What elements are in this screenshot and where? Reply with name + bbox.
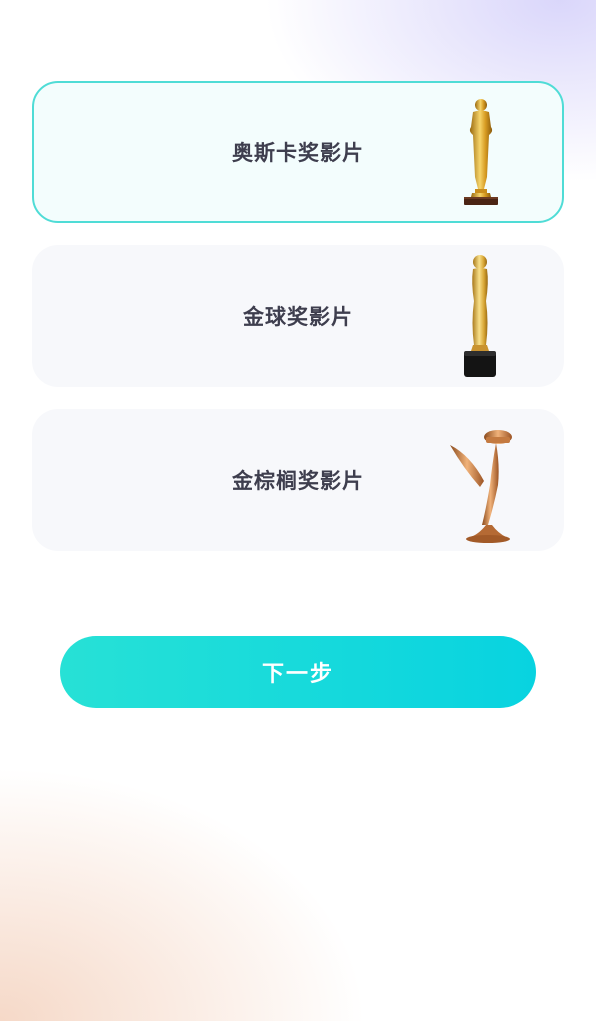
- award-option-oscar[interactable]: 奥斯卡奖影片: [32, 81, 564, 223]
- golden-globe-trophy-icon: [464, 255, 496, 377]
- palme-dor-trophy-icon: [450, 430, 512, 543]
- award-option-palme-dor[interactable]: 金棕榈奖影片: [32, 409, 564, 551]
- next-step-button[interactable]: 下一步: [60, 636, 536, 708]
- oscar-trophy-icon: [464, 99, 498, 205]
- award-option-golden-globe[interactable]: 金球奖影片: [32, 245, 564, 387]
